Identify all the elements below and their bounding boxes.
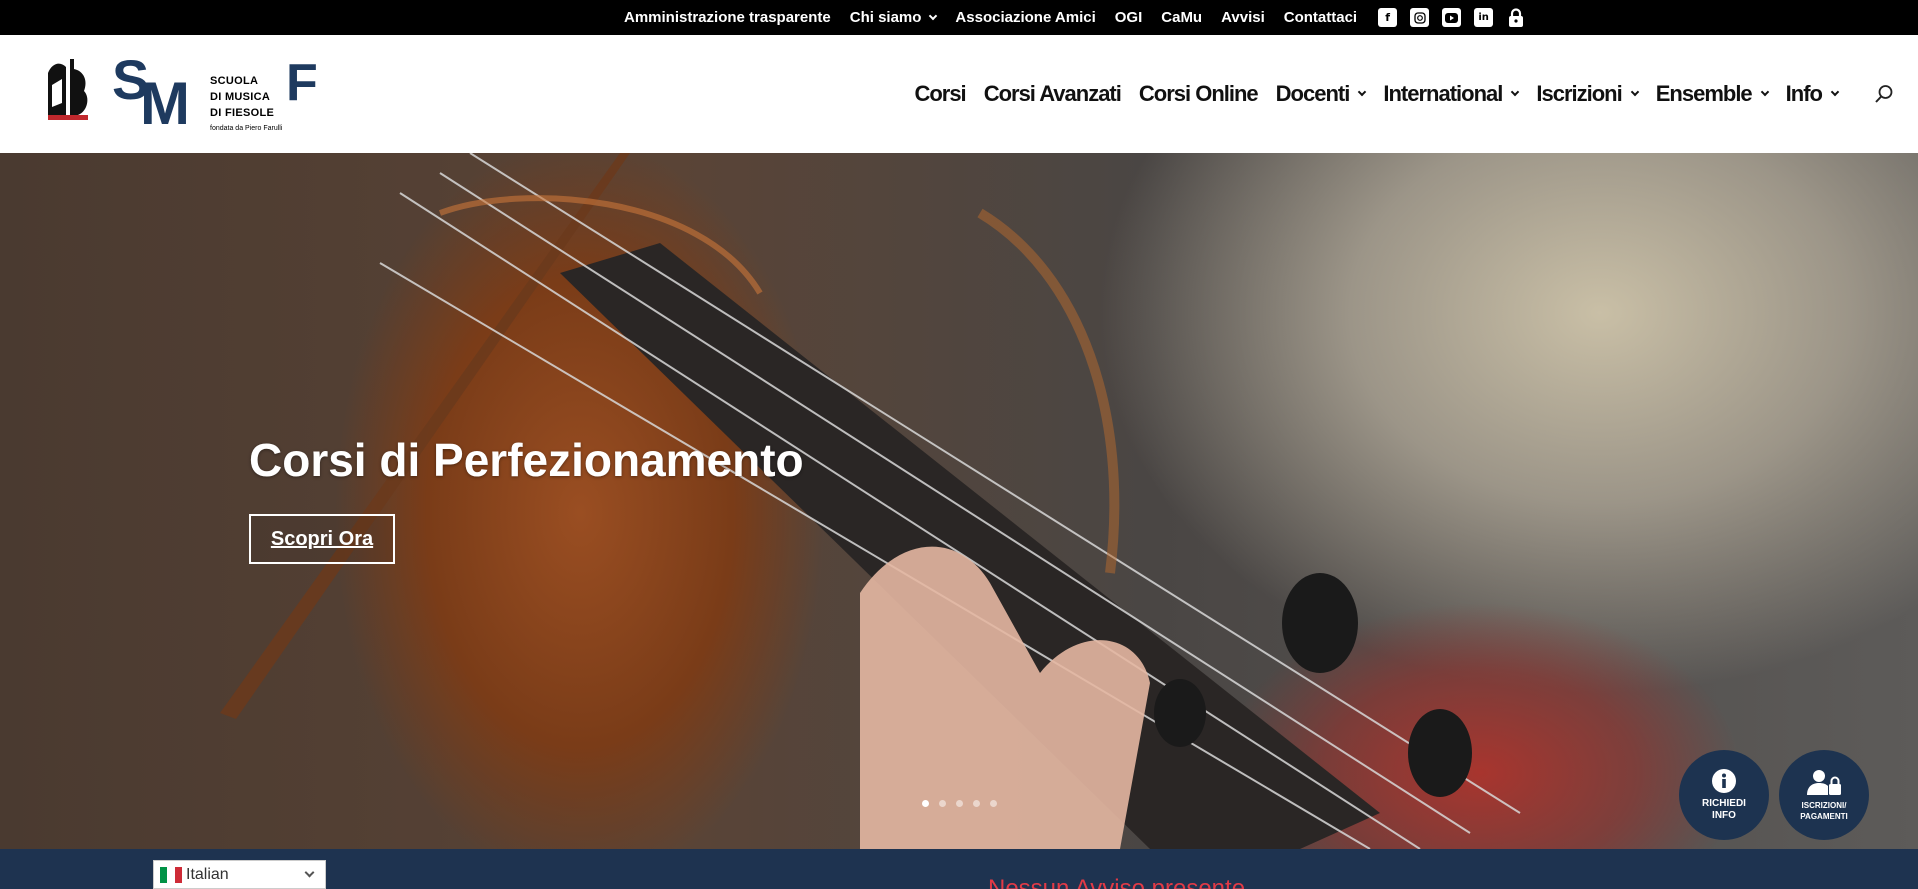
top-nav: Amministrazione trasparente Chi siamo As… xyxy=(624,0,1538,35)
logo-letter-f: F xyxy=(286,54,318,112)
fab-label: INFO xyxy=(1712,809,1736,821)
user-lock-icon xyxy=(1807,769,1841,795)
top-link-label: OGI xyxy=(1114,9,1143,26)
chevron-down-icon xyxy=(929,11,938,20)
nav-label: Info xyxy=(1785,81,1823,106)
hero-slider: Corsi di Perfezionamento Scopri Ora RICH… xyxy=(0,153,1918,849)
site-header: S M SCUOLA DI MUSICA DI FIESOLE fondata … xyxy=(0,35,1918,153)
crest-icon xyxy=(48,59,88,120)
facebook-icon[interactable]: f xyxy=(1378,8,1398,27)
avvisi-message: Nessun Avviso presente xyxy=(988,875,1246,889)
top-link-label: Amministrazione trasparente xyxy=(624,9,831,26)
fab-label: RICHIEDI xyxy=(1702,797,1746,809)
logo-text: SCUOLA DI MUSICA DI FIESOLE xyxy=(210,73,274,121)
slider-dot[interactable] xyxy=(973,800,980,807)
chevron-down-icon xyxy=(1830,87,1840,97)
slider-dot[interactable] xyxy=(939,800,946,807)
nav-label: Iscrizioni xyxy=(1536,81,1622,106)
top-link-contattaci[interactable]: Contattaci xyxy=(1284,9,1357,26)
nav-item-corsi-avanzati[interactable]: Corsi Avanzati xyxy=(983,81,1122,107)
italy-flag-icon xyxy=(160,866,182,883)
site-logo[interactable]: S M SCUOLA DI MUSICA DI FIESOLE fondata … xyxy=(42,48,332,137)
richiedi-info-button[interactable]: RICHIEDI INFO xyxy=(1679,750,1769,840)
nav-item-ensemble[interactable]: Ensemble xyxy=(1655,81,1769,107)
scopri-ora-button[interactable]: Scopri Ora xyxy=(249,514,395,564)
language-selector[interactable]: Italian xyxy=(153,860,326,889)
nav-label: International xyxy=(1383,81,1503,106)
logo-line: DI FIESOLE xyxy=(210,107,275,119)
slider-dot[interactable] xyxy=(922,800,929,807)
search-icon[interactable] xyxy=(1874,84,1894,104)
logo-line: SCUOLA xyxy=(210,75,259,87)
chevron-down-icon xyxy=(304,867,315,878)
nav-label: Ensemble xyxy=(1655,81,1753,106)
main-nav: Corsi Corsi Avanzati Corsi Online Docent… xyxy=(896,35,1840,153)
youtube-icon[interactable] xyxy=(1442,8,1462,27)
fab-label: ISCRIZIONI/ xyxy=(1801,800,1847,810)
chevron-down-icon xyxy=(1358,87,1367,97)
top-bar: Amministrazione trasparente Chi siamo As… xyxy=(0,0,1918,35)
social-icons: f in xyxy=(1378,8,1538,27)
announcement-strip: Italian Nessun Avviso presente xyxy=(0,849,1918,889)
top-link-label: Avvisi xyxy=(1221,9,1265,26)
nav-label: Corsi Online xyxy=(1138,81,1259,106)
top-link-camu[interactable]: CaMu xyxy=(1161,9,1202,26)
top-link-label: Contattaci xyxy=(1283,9,1358,26)
slider-dot[interactable] xyxy=(956,800,963,807)
nav-item-docenti[interactable]: Docenti xyxy=(1275,81,1367,107)
top-link-label: CaMu xyxy=(1161,9,1203,26)
chevron-down-icon xyxy=(1630,87,1639,97)
info-icon xyxy=(1712,768,1736,793)
language-label: Italian xyxy=(186,865,229,883)
nav-item-iscrizioni[interactable]: Iscrizioni xyxy=(1536,81,1639,107)
slider-dot[interactable] xyxy=(990,800,997,807)
logo-line: DI MUSICA xyxy=(210,91,271,103)
lock-icon[interactable] xyxy=(1506,8,1525,27)
chevron-down-icon xyxy=(1511,87,1520,97)
nav-item-international[interactable]: International xyxy=(1383,81,1520,107)
top-link-avvisi[interactable]: Avvisi xyxy=(1221,9,1265,26)
top-link-associazione-amici[interactable]: Associazione Amici xyxy=(955,9,1095,26)
nav-label: Docenti xyxy=(1275,81,1351,106)
nav-item-corsi-online[interactable]: Corsi Online xyxy=(1138,81,1259,107)
top-link-label: Chi siamo xyxy=(849,9,922,26)
nav-item-info[interactable]: Info xyxy=(1785,81,1840,107)
iscrizioni-pagamenti-button[interactable]: ISCRIZIONI/ PAGAMENTI xyxy=(1779,750,1869,840)
logo-letter-m: M xyxy=(140,70,190,137)
top-link-amministrazione[interactable]: Amministrazione trasparente xyxy=(624,9,831,26)
nav-item-corsi[interactable]: Corsi xyxy=(914,81,966,107)
nav-label: Corsi Avanzati xyxy=(983,81,1122,106)
linkedin-icon[interactable]: in xyxy=(1474,8,1494,27)
hero-title: Corsi di Perfezionamento xyxy=(249,434,804,486)
top-link-label: Associazione Amici xyxy=(955,9,1096,26)
top-link-ogi[interactable]: OGI xyxy=(1115,9,1143,26)
logo-founded: fondata da Piero Farulli xyxy=(210,125,283,132)
nav-label: Corsi xyxy=(914,81,966,106)
hero-background-image xyxy=(220,153,1521,849)
fab-label: PAGAMENTI xyxy=(1800,811,1848,821)
chevron-down-icon xyxy=(1760,87,1769,97)
slider-dots xyxy=(922,800,1007,807)
instagram-icon[interactable] xyxy=(1410,8,1430,27)
top-link-chi-siamo[interactable]: Chi siamo xyxy=(849,9,938,26)
